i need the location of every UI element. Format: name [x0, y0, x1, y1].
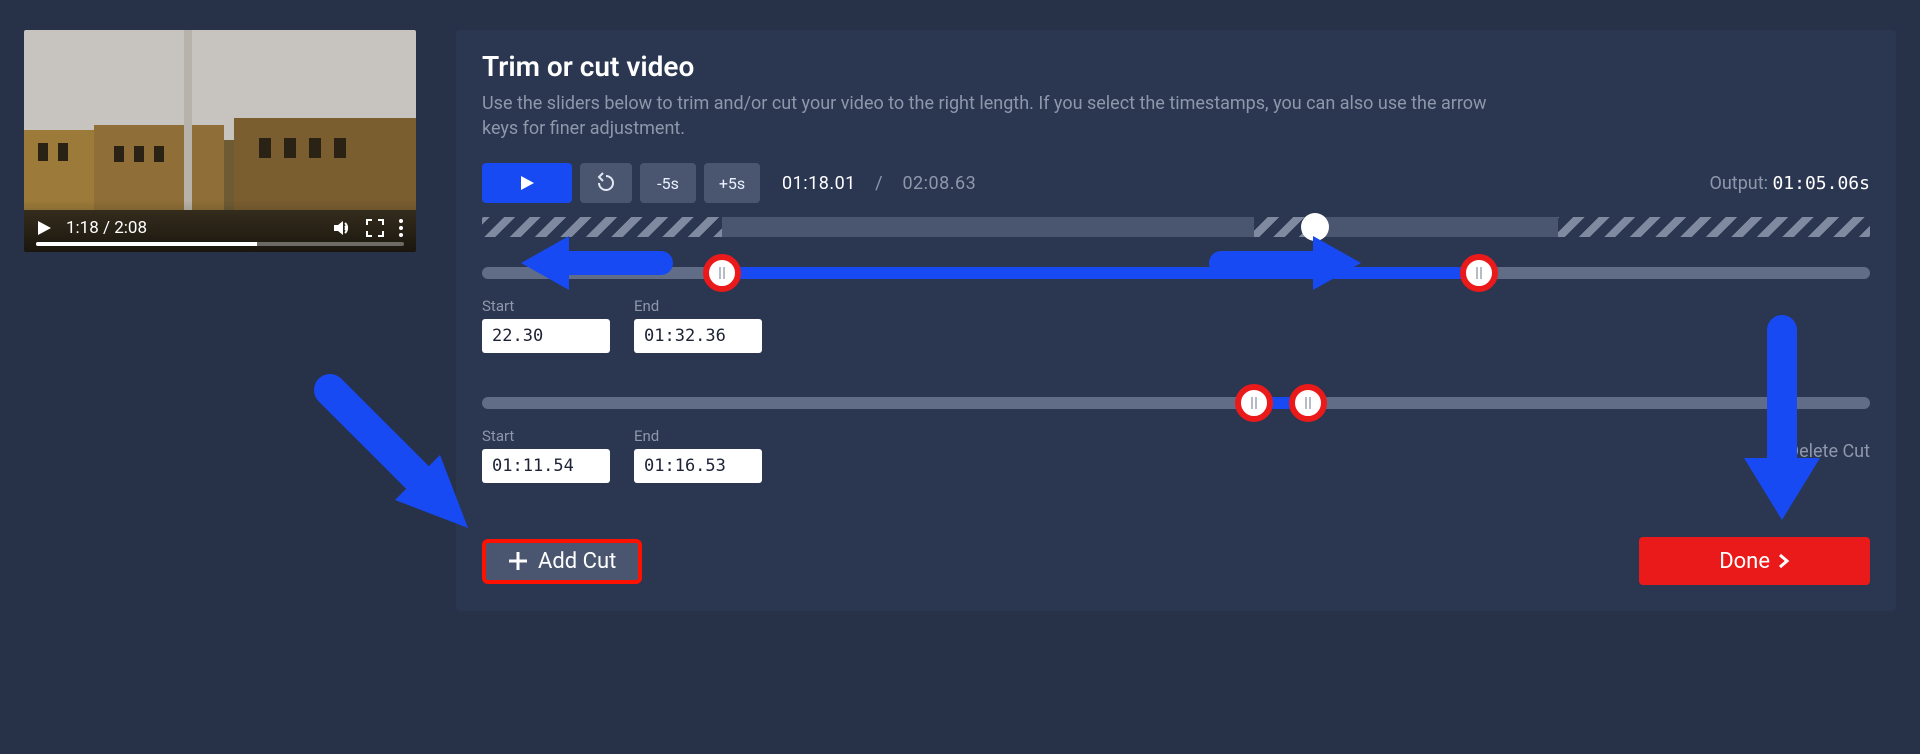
trim-range: [722, 267, 1478, 279]
start-label: Start: [482, 297, 610, 315]
video-progress-fill: [36, 242, 257, 246]
done-button[interactable]: Done: [1639, 537, 1870, 585]
cut-start-input[interactable]: [482, 449, 610, 483]
end-label: End: [634, 427, 762, 445]
trim-slider[interactable]: [482, 267, 1870, 279]
rewind-button[interactable]: [580, 163, 632, 203]
delete-cut-link[interactable]: Delete Cut: [1787, 441, 1870, 462]
end-label: End: [634, 297, 762, 315]
duration: 02:08.63: [902, 173, 976, 194]
cut-slider[interactable]: [482, 397, 1870, 409]
trim-start-handle[interactable]: [703, 254, 741, 292]
time-readout: 01:18.01 / 02:08.63: [782, 173, 976, 194]
kept-region: [722, 217, 1254, 237]
trim-panel: Trim or cut video Use the sliders below …: [456, 30, 1896, 611]
page-title: Trim or cut video: [482, 50, 1870, 83]
page-description: Use the sliders below to trim and/or cut…: [482, 91, 1502, 141]
trim-start-field: Start: [482, 297, 610, 353]
video-scrubber[interactable]: [482, 217, 1870, 237]
cut-end-field: End: [634, 427, 762, 483]
cut-end-input[interactable]: [634, 449, 762, 483]
panel-footer: Add Cut Done: [482, 537, 1870, 585]
trim-segment: Start End: [482, 267, 1870, 353]
fullscreen-icon[interactable]: [366, 219, 384, 237]
more-icon[interactable]: [398, 219, 404, 237]
output-length: Output: 01:05.06s: [1710, 173, 1871, 194]
trim-start-input[interactable]: [482, 319, 610, 353]
kept-region: [1308, 217, 1558, 237]
toolbar: -5s +5s 01:18.01 / 02:08.63 Output: 01:0…: [482, 163, 1870, 203]
video-time-display: 1:18 / 2:08: [66, 218, 147, 238]
trim-end-field: End: [634, 297, 762, 353]
cut-segment: Start End Delete Cut: [482, 397, 1870, 483]
trim-end-handle[interactable]: [1460, 254, 1498, 292]
cut-end-handle[interactable]: [1289, 384, 1327, 422]
cut-start-field: Start: [482, 427, 610, 483]
play-icon[interactable]: [36, 220, 52, 236]
trim-end-input[interactable]: [634, 319, 762, 353]
play-button[interactable]: [482, 163, 572, 203]
start-label: Start: [482, 427, 610, 445]
playhead-handle[interactable]: [1301, 213, 1329, 241]
cut-start-handle[interactable]: [1235, 384, 1273, 422]
add-cut-button[interactable]: Add Cut: [482, 539, 642, 584]
minus-5s-button[interactable]: -5s: [640, 163, 696, 203]
current-time: 01:18.01: [782, 173, 856, 194]
video-preview[interactable]: 1:18 / 2:08: [24, 30, 416, 252]
video-progress-bar[interactable]: [36, 242, 404, 246]
plus-5s-button[interactable]: +5s: [704, 163, 760, 203]
volume-icon[interactable]: [332, 218, 352, 238]
